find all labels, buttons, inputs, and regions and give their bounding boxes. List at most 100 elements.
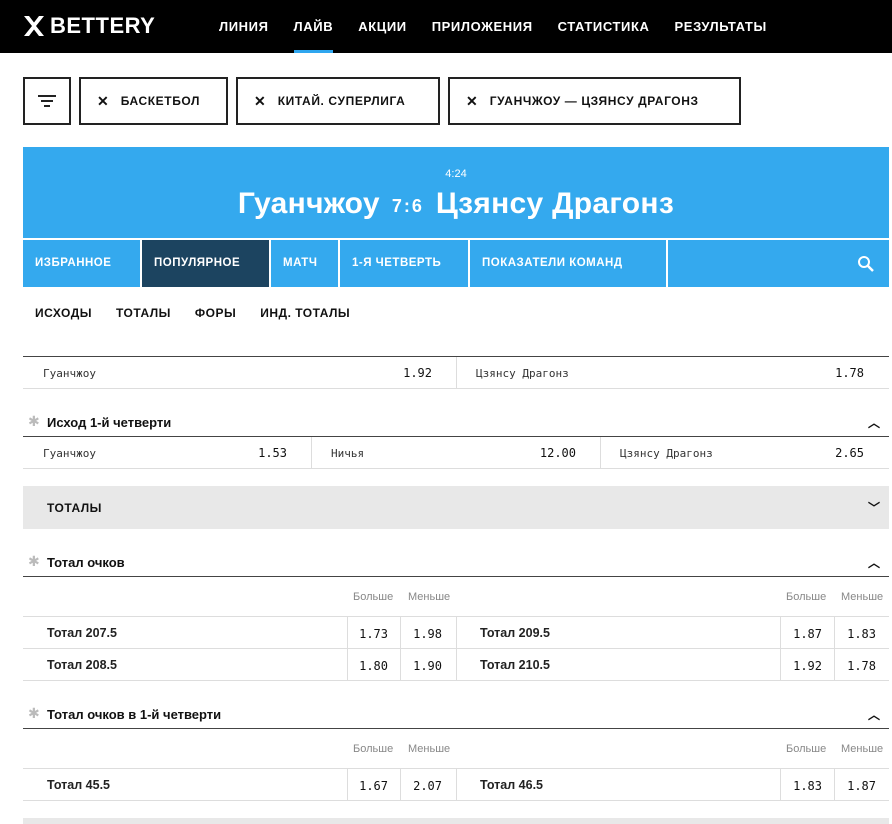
match-teams: Гуанчжоу 7:6 Цзянсу Драгонз: [23, 187, 889, 221]
favorite-star-icon[interactable]: ✱: [28, 413, 40, 430]
divider: [456, 769, 457, 800]
favorite-star-icon[interactable]: ✱: [28, 553, 40, 570]
totals-group-header[interactable]: ТОТАЛЫ ﹀: [23, 486, 889, 529]
q1-draw-odd[interactable]: 12.00: [524, 446, 576, 460]
outcome-away-odd[interactable]: 1.78: [812, 366, 864, 380]
q1-home-name: Гуанчжоу: [43, 447, 96, 460]
total-line-label: Тотал 210.5: [480, 658, 550, 672]
divider: [23, 800, 889, 801]
away-team-name: Цзянсу Драгонз: [435, 187, 675, 220]
total-line-label: Тотал 46.5: [480, 778, 543, 792]
subtab-totals[interactable]: ТОТАЛЫ: [116, 306, 171, 320]
close-icon[interactable]: ✕: [466, 93, 478, 110]
column-header-over: Больше: [353, 743, 394, 755]
search-icon: [858, 255, 874, 272]
logo-x-icon: [24, 16, 44, 36]
column-header-under: Меньше: [408, 743, 451, 755]
divider: [311, 437, 312, 468]
q1-home-odd[interactable]: 1.53: [235, 446, 287, 460]
tab-favorites[interactable]: ИЗБРАННОЕ: [23, 240, 142, 287]
divider: [23, 388, 889, 389]
nav-apps[interactable]: ПРИЛОЖЕНИЯ: [432, 0, 533, 53]
subtab-outcomes[interactable]: ИСХОДЫ: [35, 306, 92, 320]
divider: [780, 769, 781, 800]
divider: [347, 769, 348, 800]
column-header-over: Больше: [353, 591, 394, 603]
column-header-over: Больше: [786, 743, 827, 755]
close-icon[interactable]: ✕: [254, 93, 266, 110]
next-group-header[interactable]: [23, 818, 889, 824]
divider: [23, 728, 889, 729]
odd-under[interactable]: 1.90: [404, 659, 442, 673]
divider: [23, 648, 889, 649]
chevron-down-icon[interactable]: ﹀: [868, 499, 880, 516]
tab-first-quarter[interactable]: 1-Я ЧЕТВЕРТЬ: [340, 240, 470, 287]
match-score: 7:6: [391, 195, 424, 216]
subtab-individual-totals[interactable]: ИНД. ТОТАЛЫ: [260, 306, 350, 320]
tab-match[interactable]: МАТЧ: [271, 240, 340, 287]
filter-chip-league[interactable]: ✕ КИТАЙ. СУПЕРЛИГА: [236, 77, 440, 125]
odd-under[interactable]: 1.83: [838, 627, 876, 641]
subtab-handicaps[interactable]: ФОРЫ: [195, 306, 236, 320]
total-line-label: Тотал 208.5: [47, 658, 117, 672]
close-icon[interactable]: ✕: [97, 93, 109, 110]
filter-chip-sport[interactable]: ✕ БАСКЕТБОЛ: [79, 77, 228, 125]
nav-live[interactable]: ЛАЙВ: [293, 0, 334, 53]
divider: [834, 769, 835, 800]
chevron-up-icon[interactable]: ︿: [868, 414, 880, 431]
odd-over[interactable]: 1.92: [784, 659, 822, 673]
nav-statistics[interactable]: СТАТИСТИКА: [558, 0, 650, 53]
logo-text: BETTERY: [50, 13, 156, 38]
column-header-under: Меньше: [408, 591, 451, 603]
column-header-under: Меньше: [841, 591, 884, 603]
divider: [23, 468, 889, 469]
nav-results[interactable]: РЕЗУЛЬТАТЫ: [675, 0, 767, 53]
odd-over[interactable]: 1.67: [350, 779, 388, 793]
odd-over[interactable]: 1.83: [784, 779, 822, 793]
tab-team-stats[interactable]: ПОКАЗАТЕЛИ КОМАНД: [470, 240, 668, 287]
bettery-logo[interactable]: BETTERY: [22, 12, 155, 40]
filter-chip-label: КИТАЙ. СУПЕРЛИГА: [277, 94, 406, 108]
filter-menu-button[interactable]: [23, 77, 71, 125]
outcome-away-name: Цзянсу Драгонз: [476, 367, 569, 380]
match-score-banner: 4:24 Гуанчжоу 7:6 Цзянсу Драгонз: [23, 147, 889, 238]
totals-group-title: ТОТАЛЫ: [47, 501, 102, 515]
section-title-q1-outcome: Исход 1-й четверти: [47, 415, 172, 430]
top-navigation-bar: BETTERY ЛИНИЯ ЛАЙВ АКЦИИ ПРИЛОЖЕНИЯ СТАТ…: [0, 0, 892, 53]
q1-away-name: Цзянсу Драгонз: [620, 447, 713, 460]
sub-tabs: ИСХОДЫ ТОТАЛЫ ФОРЫ ИНД. ТОТАЛЫ: [35, 306, 350, 320]
divider: [23, 576, 889, 577]
total-line-label: Тотал 207.5: [47, 626, 117, 640]
divider: [23, 680, 889, 681]
divider: [23, 436, 889, 437]
outcome-home-odd[interactable]: 1.92: [380, 366, 432, 380]
odd-under[interactable]: 1.87: [838, 779, 876, 793]
odd-under[interactable]: 2.07: [404, 779, 442, 793]
total-line-label: Тотал 209.5: [480, 626, 550, 640]
chevron-up-icon[interactable]: ︿: [868, 706, 880, 723]
divider: [600, 437, 601, 468]
q1-away-odd[interactable]: 2.65: [812, 446, 864, 460]
main-nav: ЛИНИЯ ЛАЙВ АКЦИИ ПРИЛОЖЕНИЯ СТАТИСТИКА Р…: [219, 0, 792, 53]
tab-popular[interactable]: ПОПУЛЯРНОЕ: [142, 240, 271, 287]
nav-promotions[interactable]: АКЦИИ: [358, 0, 407, 53]
favorite-star-icon[interactable]: ✱: [28, 705, 40, 722]
section-title-total-q1: Тотал очков в 1-й четверти: [47, 707, 222, 722]
section-title-total-points: Тотал очков: [47, 555, 125, 570]
home-team-name: Гуанчжоу: [237, 187, 380, 220]
filter-icon: [38, 95, 56, 107]
odd-over[interactable]: 1.73: [350, 627, 388, 641]
nav-line[interactable]: ЛИНИЯ: [219, 0, 269, 53]
odd-over[interactable]: 1.87: [784, 627, 822, 641]
odd-over[interactable]: 1.80: [350, 659, 388, 673]
chevron-up-icon[interactable]: ︿: [868, 554, 880, 571]
market-search-button[interactable]: [843, 240, 889, 287]
divider: [400, 769, 401, 800]
match-clock: 4:24: [445, 168, 467, 180]
market-tabs: ИЗБРАННОЕ ПОПУЛЯРНОЕ МАТЧ 1-Я ЧЕТВЕРТЬ П…: [23, 240, 889, 287]
odd-under[interactable]: 1.78: [838, 659, 876, 673]
filter-chip-match[interactable]: ✕ ГУАНЧЖОУ — ЦЗЯНСУ ДРАГОНЗ: [448, 77, 741, 125]
filter-chip-label: БАСКЕТБОЛ: [120, 94, 201, 108]
odd-under[interactable]: 1.98: [404, 627, 442, 641]
column-header-over: Больше: [786, 591, 827, 603]
